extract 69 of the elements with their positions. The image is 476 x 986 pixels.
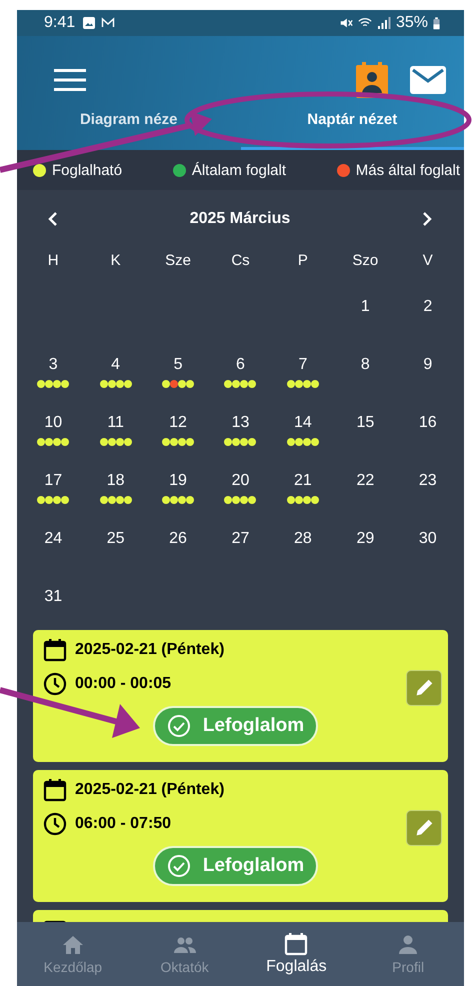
- calendar-icon: [43, 778, 67, 802]
- calendar-day[interactable]: 20: [232, 472, 250, 490]
- calendar-day[interactable]: 29: [356, 530, 374, 548]
- month-title: 2025 Március: [190, 210, 290, 228]
- calendar-day[interactable]: 4: [111, 356, 120, 374]
- weekday-label: P: [296, 252, 309, 271]
- calendar-day[interactable]: 24: [44, 530, 62, 548]
- calendar-day[interactable]: 9: [423, 356, 432, 374]
- weekday-label: Cs: [230, 252, 251, 271]
- slot-time: 00:00 - 00:05: [75, 675, 172, 693]
- calendar-day[interactable]: 22: [356, 472, 374, 490]
- calendar-day[interactable]: 17: [44, 472, 62, 490]
- weekday-label: Sze: [164, 252, 192, 271]
- nav-tab[interactable]: Foglalás: [240, 922, 352, 986]
- slot-date: 2025-02-21 (Péntek): [75, 641, 224, 659]
- image-icon: [82, 16, 96, 30]
- previous-month-icon[interactable]: [48, 211, 58, 227]
- calendar-day[interactable]: 3: [48, 356, 58, 374]
- calendar-day[interactable]: 11: [107, 414, 124, 432]
- slot-time: 06:00 - 07:50: [75, 815, 172, 833]
- calendar-day[interactable]: 31: [44, 588, 62, 606]
- calendar-day[interactable]: 18: [106, 472, 125, 490]
- weekday-label: H: [46, 252, 60, 271]
- calendar-day[interactable]: 5: [174, 356, 183, 374]
- calendar-icon: [43, 638, 67, 662]
- signal-icon: [376, 16, 391, 30]
- calendar-day[interactable]: 6: [236, 356, 245, 374]
- calendar-day[interactable]: 19: [169, 472, 187, 490]
- calendar-day[interactable]: 1: [360, 298, 370, 316]
- edit-button[interactable]: [406, 670, 442, 706]
- calendar-day[interactable]: 25: [106, 530, 125, 548]
- calendar-day[interactable]: 23: [418, 472, 437, 490]
- weekday-label: V: [422, 252, 434, 271]
- calendar-day[interactable]: 2: [423, 298, 432, 316]
- view-tab[interactable]: Diagram néze: [17, 104, 240, 150]
- battery-level: 35%: [396, 14, 428, 32]
- calendar-day[interactable]: 15: [356, 414, 374, 432]
- calendar-day[interactable]: 27: [232, 530, 250, 548]
- check-circle-icon: [166, 854, 191, 878]
- calendar-day[interactable]: 28: [294, 530, 312, 548]
- battery-icon: [433, 16, 440, 30]
- check-circle-icon: [166, 714, 191, 738]
- clock-icon: [43, 812, 67, 836]
- calendar-icon: [284, 932, 308, 956]
- calendar-day[interactable]: 26: [169, 530, 187, 548]
- weekday-label: Szo: [351, 252, 380, 271]
- weekday-label: K: [110, 252, 122, 271]
- calendar-day[interactable]: 16: [418, 414, 437, 432]
- calendar-day[interactable]: 7: [298, 356, 308, 374]
- clock-icon: [43, 672, 67, 696]
- home-icon: [60, 933, 85, 957]
- calendar-day[interactable]: 8: [360, 356, 370, 374]
- mail-icon: [101, 16, 116, 30]
- calendar-day[interactable]: 12: [169, 414, 187, 432]
- status-time: 9:41: [44, 14, 76, 32]
- next-month-icon[interactable]: [422, 211, 432, 227]
- slot-date: 2025-02-21 (Péntek): [75, 781, 224, 799]
- legend-label: Általam foglalt: [192, 162, 286, 178]
- legend-label: Más által foglalt: [356, 162, 460, 178]
- calendar-day[interactable]: 10: [44, 414, 62, 432]
- mute-icon: [338, 16, 353, 30]
- calendar-day[interactable]: 21: [294, 472, 312, 490]
- calendar-day[interactable]: 13: [232, 414, 250, 432]
- mail-icon[interactable]: [410, 66, 446, 94]
- menu-icon[interactable]: [54, 68, 86, 92]
- legend-label: Foglalható: [52, 162, 122, 178]
- calendar-day[interactable]: 14: [294, 414, 312, 432]
- calendar-day[interactable]: 30: [418, 530, 437, 548]
- edit-button[interactable]: [406, 810, 442, 846]
